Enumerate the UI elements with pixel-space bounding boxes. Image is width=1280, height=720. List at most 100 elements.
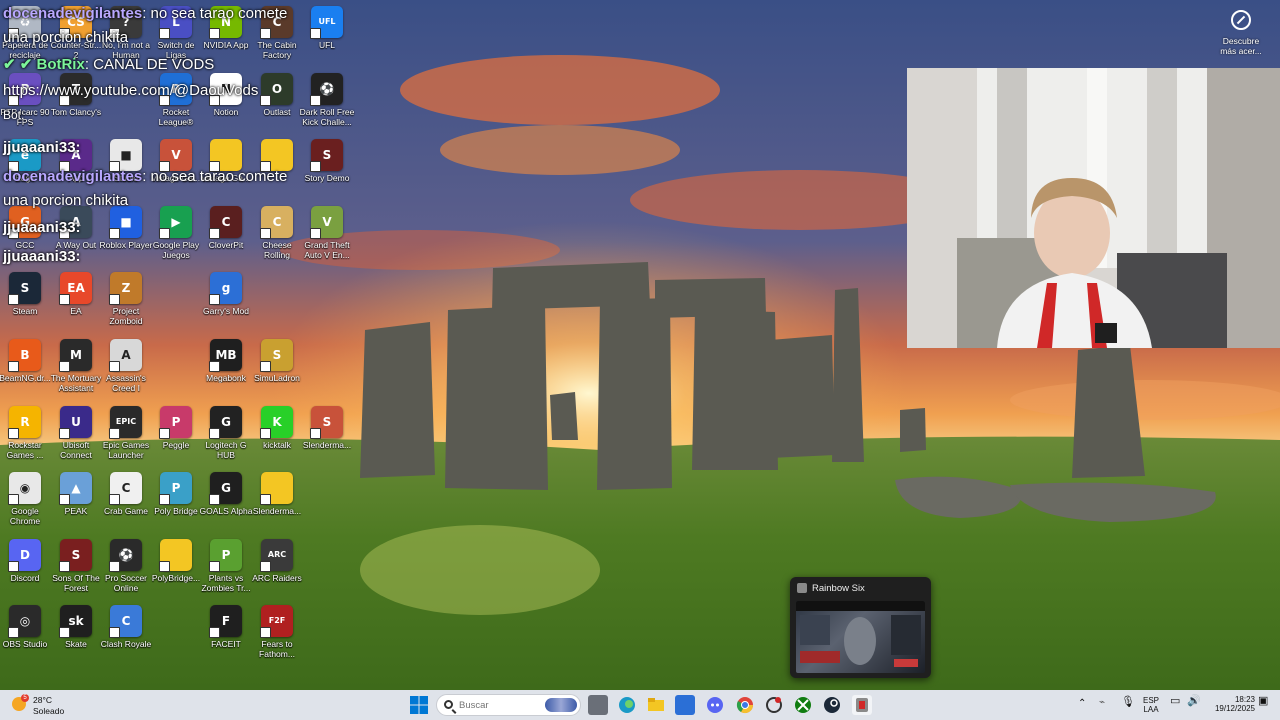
- microphone-icon[interactable]: 🎙: [1121, 697, 1135, 708]
- desktop-icon[interactable]: vintage Ga...: [198, 133, 254, 183]
- desktop-icon[interactable]: S SimuLadron: [249, 333, 305, 383]
- desktop-icon[interactable]: P Peggle: [148, 400, 204, 450]
- desktop-icon[interactable]: P Plants vs Zombies Tr...: [198, 533, 254, 593]
- desktop-icon[interactable]: L Switch de Ligas: [148, 0, 204, 60]
- desktop-icon[interactable]: e Edge: [0, 133, 53, 183]
- desktop-icon[interactable]: [249, 133, 305, 173]
- desktop-icon[interactable]: g Garry's Mod: [198, 266, 254, 316]
- desktop-icon[interactable]: EA EA: [48, 266, 104, 316]
- desktop-icon[interactable]: N NVIDIA App: [198, 0, 254, 50]
- desktop-icon-label: SimuLadron: [254, 373, 300, 383]
- taskbar-search[interactable]: [436, 694, 581, 716]
- desktop-icon[interactable]: MB Megabonk: [198, 333, 254, 383]
- desktop-icon[interactable]: ♻ Papelera de reciclaje: [0, 0, 53, 60]
- desktop-icon[interactable]: ⚽ Pro Soccer Online: [98, 533, 154, 593]
- notion-icon: N: [209, 72, 242, 106]
- desktop-icon[interactable]: M The Mortuary Assistant: [48, 333, 104, 393]
- desktop-icon[interactable]: U Ubisoft Connect: [48, 400, 104, 460]
- desktop-icon[interactable]: C Cheese Rolling: [249, 200, 305, 260]
- start-button[interactable]: [409, 695, 429, 715]
- desktop-icon[interactable]: Slenderma...: [249, 466, 305, 516]
- network-icon[interactable]: ⌁: [1099, 698, 1105, 708]
- desktop-icon[interactable]: ? No, I'm not a Human: [98, 0, 154, 60]
- clock[interactable]: 18:23 19/12/2025: [1205, 695, 1255, 713]
- file-explorer-icon[interactable]: [646, 695, 666, 715]
- desktop-icon[interactable]: G GCC: [0, 200, 53, 250]
- desktop-icon[interactable]: P Poly Bridge: [148, 466, 204, 516]
- desktop-icon-label: Skate: [65, 639, 87, 650]
- desktop-icon[interactable]: P PTP Icarc 90 FPS: [0, 67, 53, 127]
- desktop-icon-label: Tom Clancy's: [50, 106, 102, 117]
- desktop-icon[interactable]: Kkicktalk: [249, 400, 305, 450]
- steam-taskbar-icon[interactable]: [822, 695, 842, 715]
- desktop-icon[interactable]: C CloverPit: [198, 200, 254, 250]
- xbox-taskbar-icon[interactable]: [793, 695, 813, 715]
- desktop-icon-label: UFL: [318, 40, 336, 50]
- desktop-icon[interactable]: S Steam: [0, 266, 53, 316]
- desktop-icon[interactable]: ▶ Google Play Juegos: [148, 200, 204, 260]
- desktop-icon[interactable]: S Story Demo: [299, 133, 355, 183]
- desktop-icon[interactable]: ◉ Google Chrome: [0, 466, 53, 526]
- desktop-icon[interactable]: sk Skate: [48, 599, 104, 649]
- window-preview[interactable]: Rainbow Six: [790, 577, 931, 678]
- desktop-icon[interactable]: C The Cabin Factory: [249, 0, 305, 60]
- edge-taskbar-icon[interactable]: [617, 695, 637, 715]
- crab-game-icon: C: [109, 472, 142, 506]
- desktop-icon[interactable]: N Notion: [198, 67, 254, 117]
- discord-taskbar-icon[interactable]: [705, 695, 725, 715]
- goals-icon: G: [209, 472, 242, 506]
- desktop-icon[interactable]: G GOALS Alpha: [198, 466, 254, 516]
- app-taskbar-icon[interactable]: [764, 695, 784, 715]
- desktop-icon[interactable]: F FACEIT: [198, 599, 254, 649]
- notifications-icon[interactable]: ▣: [1258, 696, 1268, 707]
- desktop-icon[interactable]: V Grand Theft Auto V En...: [299, 200, 355, 260]
- desktop-icon[interactable]: R Rockstar Games ...: [0, 400, 53, 460]
- store-icon[interactable]: [675, 695, 695, 715]
- desktop-icon[interactable]: S Slenderma...: [299, 400, 355, 450]
- desktop-icon[interactable]: UFL UFL: [299, 0, 355, 50]
- winrar-icon: V: [159, 139, 192, 173]
- chrome-taskbar-icon[interactable]: [735, 695, 755, 715]
- weather-widget[interactable]: 5 28°C Soleado: [10, 693, 90, 717]
- desktop-icon[interactable]: B BeamNG.dr...: [0, 333, 53, 383]
- desktop-icon[interactable]: O Outlast: [249, 67, 305, 117]
- desktop-icon[interactable]: ARC ARC Raiders: [249, 533, 305, 583]
- desktop-icon[interactable]: D Discord: [0, 533, 53, 583]
- desktop-icon[interactable]: A App: [48, 133, 104, 183]
- desktop-icon-label: ARC Raiders: [252, 572, 302, 583]
- desktop-icon[interactable]: ⚽ Dark Roll Free Kick Challe...: [299, 67, 355, 127]
- desktop-icon[interactable]: CS Counter-Str... 2: [48, 0, 104, 60]
- desktop-icon[interactable]: C Clash Royale: [98, 599, 154, 649]
- rainbow-six-taskbar-icon[interactable]: [852, 695, 872, 715]
- desktop-icon[interactable]: ◎ OBS Studio: [0, 599, 53, 649]
- desktop-icon[interactable]: AA Way Out: [48, 200, 104, 250]
- desktop-icon[interactable]: T Tom Clancy's: [48, 67, 104, 117]
- desktop-icon[interactable]: G Logitech G HUB: [198, 400, 254, 460]
- desktop-icon-label: vintage Ga...: [201, 173, 251, 184]
- desktop-icon[interactable]: Vvintage Ga...: [148, 133, 204, 183]
- desktop-icon[interactable]: R Rocket League®: [148, 67, 204, 127]
- desktop-icon[interactable]: F2F Fears to Fathom...: [249, 599, 305, 659]
- desktop-icon[interactable]: ■ Studio: [98, 133, 154, 183]
- desktop-icon[interactable]: S Sons Of The Forest: [48, 533, 104, 593]
- task-view-icon[interactable]: [588, 695, 608, 715]
- search-input[interactable]: [459, 698, 539, 712]
- desktop-icon[interactable]: ■ Roblox Player: [98, 200, 154, 250]
- desktop-icon[interactable]: ▲ PEAK: [48, 466, 104, 516]
- desktop-icon-label: Story Demo: [304, 173, 350, 184]
- volume-icon[interactable]: 🔊: [1187, 696, 1201, 707]
- desktop-icon[interactable]: EPIC Epic Games Launcher: [98, 400, 154, 460]
- desktop-icon[interactable]: Z Project Zomboid: [98, 266, 154, 326]
- discover-widget[interactable]: Descubre más acer...: [1218, 10, 1264, 56]
- desktop-icon[interactable]: C Crab Game: [98, 466, 154, 516]
- monitor-icon[interactable]: ▭: [1170, 696, 1180, 707]
- chrome-icon: ◉: [8, 472, 41, 506]
- desktop-icon[interactable]: PolyBridge...: [148, 533, 204, 583]
- desktop-icon-label: Clash Royale: [100, 639, 152, 650]
- language-indicator[interactable]: ESP LAA: [1143, 696, 1159, 714]
- tray-overflow-icon[interactable]: ⌃: [1078, 699, 1086, 709]
- desktop-icon[interactable]: A Assassin's Creed I: [98, 333, 154, 393]
- folder-icon: [159, 538, 192, 572]
- discord-icon: D: [8, 538, 41, 572]
- window-preview-image: [796, 601, 925, 673]
